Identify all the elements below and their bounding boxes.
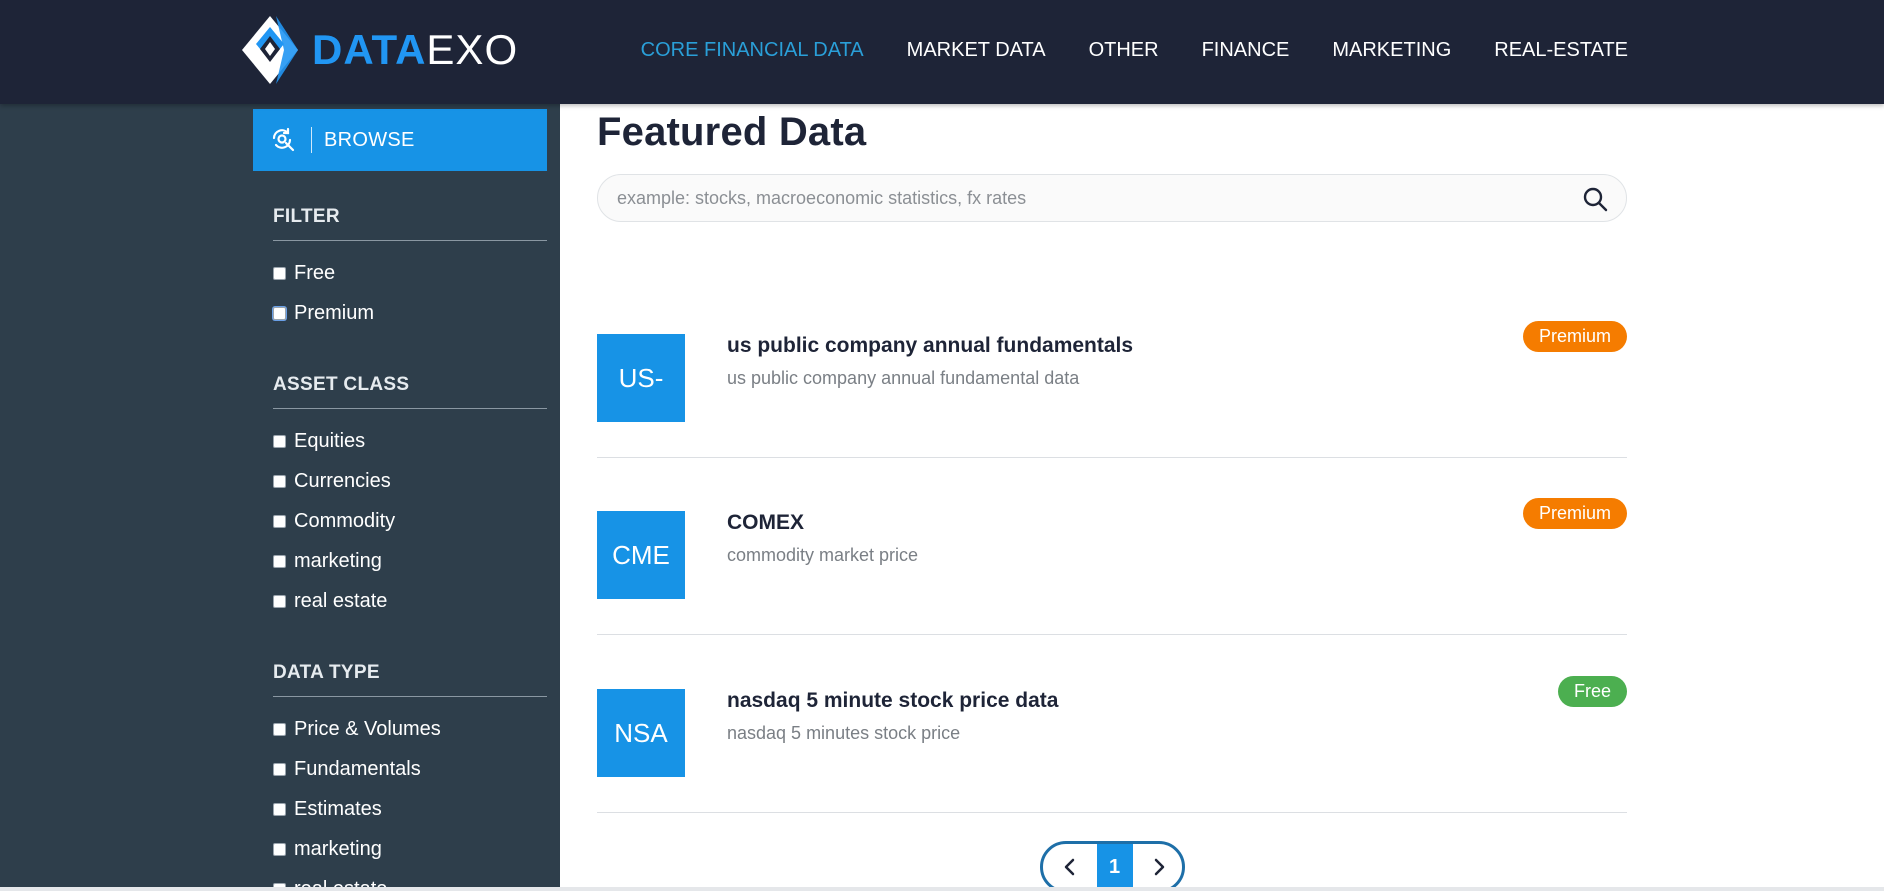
- dataset-title[interactable]: us public company annual fundamentals: [727, 334, 1133, 358]
- filter-option-equities[interactable]: Equities: [273, 421, 547, 461]
- filter-group-filter: FILTER Free Premium: [273, 206, 547, 333]
- filter-option-marketing[interactable]: marketing: [273, 541, 547, 581]
- nav-core-financial-data[interactable]: CORE FINANCIAL DATA: [641, 38, 864, 62]
- logo-diamond-icon: [242, 16, 298, 84]
- free-badge: Free: [1557, 676, 1627, 707]
- filter-option-commodity[interactable]: Commodity: [273, 501, 547, 541]
- checkbox[interactable]: [273, 514, 286, 528]
- chevron-right-icon[interactable]: [1150, 856, 1168, 878]
- pagination: 1: [1040, 841, 1185, 891]
- filter-group-data-type: DATA TYPE Price & Volumes Fundamentals E…: [273, 662, 547, 891]
- nav-finance[interactable]: FINANCE: [1202, 38, 1290, 62]
- filter-label: Commodity: [294, 509, 396, 532]
- checkbox[interactable]: [273, 474, 286, 488]
- dataset-code-tile: US-: [597, 334, 685, 422]
- dataset-code-tile: CME: [597, 511, 685, 599]
- filter-option-free[interactable]: Free: [273, 253, 547, 293]
- search-icon[interactable]: [1582, 186, 1608, 212]
- checkbox[interactable]: [273, 842, 286, 856]
- filter-label: Free: [294, 261, 336, 284]
- dataset-item[interactable]: NSA nasdaq 5 minute stock price data nas…: [597, 636, 1627, 813]
- page-title: Featured Data: [597, 110, 867, 154]
- main-nav: CORE FINANCIAL DATA MARKET DATA OTHER FI…: [641, 38, 1628, 62]
- browse-label: BROWSE: [324, 128, 415, 151]
- nav-other[interactable]: OTHER: [1089, 38, 1159, 62]
- filter-option-premium[interactable]: Premium: [273, 293, 547, 333]
- filter-list: Equities Currencies Commodity marketing …: [273, 421, 547, 621]
- browse-separator: [311, 127, 312, 153]
- filter-list: Free Premium: [273, 253, 547, 333]
- filter-option-estimates[interactable]: Estimates: [273, 789, 547, 829]
- browse-search-icon: [272, 127, 295, 152]
- dataset-code-tile: NSA: [597, 689, 685, 777]
- checkbox[interactable]: [273, 306, 286, 320]
- filter-label: Equities: [294, 429, 366, 452]
- group-title-asset-class: ASSET CLASS: [273, 374, 547, 409]
- nav-marketing[interactable]: MARKETING: [1332, 38, 1451, 62]
- filter-group-asset-class: ASSET CLASS Equities Currencies Commodit…: [273, 374, 547, 621]
- browse-button[interactable]: BROWSE: [253, 109, 547, 171]
- bottom-divider: [0, 887, 1884, 891]
- logo-text-data: DATA: [312, 26, 427, 73]
- logo-text: DATAEXO: [312, 29, 518, 71]
- dataset-item[interactable]: US- us public company annual fundamental…: [597, 281, 1627, 458]
- filter-label: marketing: [294, 549, 382, 572]
- checkbox[interactable]: [273, 722, 286, 736]
- filter-label: Price & Volumes: [294, 717, 441, 740]
- checkbox[interactable]: [273, 762, 286, 776]
- filter-option-currencies[interactable]: Currencies: [273, 461, 547, 501]
- filter-label: Currencies: [294, 469, 391, 492]
- checkbox[interactable]: [273, 802, 286, 816]
- premium-badge: Premium: [1522, 321, 1627, 352]
- group-title-filter: FILTER: [273, 206, 547, 241]
- page-number-current[interactable]: 1: [1096, 844, 1133, 890]
- checkbox[interactable]: [273, 594, 286, 608]
- filter-option-marketing-type[interactable]: marketing: [273, 829, 547, 869]
- filter-label: real estate: [294, 589, 388, 612]
- chevron-left-icon[interactable]: [1061, 856, 1079, 878]
- dataset-item[interactable]: CME COMEX commodity market price Premium: [597, 458, 1627, 635]
- search-bar: [597, 174, 1627, 222]
- nav-real-estate[interactable]: REAL-ESTATE: [1494, 38, 1628, 62]
- premium-badge: Premium: [1522, 498, 1627, 529]
- main-content: Featured Data US- us public company annu…: [597, 104, 1627, 891]
- dataset-title[interactable]: nasdaq 5 minute stock price data: [727, 689, 1058, 713]
- filter-list: Price & Volumes Fundamentals Estimates m…: [273, 709, 547, 891]
- filter-option-fundamentals[interactable]: Fundamentals: [273, 749, 547, 789]
- dataset-title[interactable]: COMEX: [727, 511, 804, 535]
- dataset-description: us public company annual fundamental dat…: [727, 368, 1080, 388]
- filter-label: Premium: [294, 301, 375, 324]
- checkbox[interactable]: [273, 434, 286, 448]
- dataexo-logo[interactable]: DATAEXO: [240, 14, 518, 86]
- checkbox[interactable]: [273, 554, 286, 568]
- checkbox[interactable]: [273, 266, 286, 280]
- dataset-description: nasdaq 5 minutes stock price: [727, 723, 961, 743]
- search-input[interactable]: [617, 175, 1557, 221]
- filter-sidebar: BROWSE FILTER Free Premium ASSET CLASS E…: [253, 104, 547, 891]
- group-title-data-type: DATA TYPE: [273, 662, 547, 697]
- filter-option-real-estate[interactable]: real estate: [273, 581, 547, 621]
- top-header: DATAEXO CORE FINANCIAL DATA MARKET DATA …: [0, 0, 1884, 104]
- logo-text-exo: EXO: [426, 26, 519, 73]
- nav-market-data[interactable]: MARKET DATA: [907, 38, 1046, 62]
- filter-label: marketing: [294, 837, 382, 860]
- dataset-description: commodity market price: [727, 545, 919, 565]
- filter-label: Estimates: [294, 797, 382, 820]
- filter-option-price-volumes[interactable]: Price & Volumes: [273, 709, 547, 749]
- filter-label: Fundamentals: [294, 757, 421, 780]
